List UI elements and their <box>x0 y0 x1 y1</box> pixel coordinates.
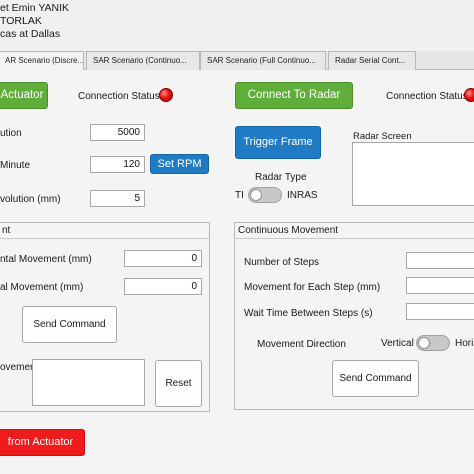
steps-per-revolution-field[interactable] <box>90 124 145 141</box>
radar-type-label: Radar Type <box>255 172 307 183</box>
radar-type-inras-label: INRAS <box>287 190 318 201</box>
movement-direction-label: Movement Direction <box>257 339 346 350</box>
distance-per-revolution-field[interactable] <box>90 190 145 207</box>
connect-radar-button[interactable]: Connect To Radar <box>235 82 353 109</box>
discrete-send-command-button[interactable]: Send Command <box>22 306 117 343</box>
set-rpm-button[interactable]: Set RPM <box>150 154 209 174</box>
number-of-steps-label: Number of Steps <box>244 257 320 268</box>
rev-per-minute-label: Minute <box>0 160 31 171</box>
horizontal-movement-field[interactable] <box>124 250 202 267</box>
discrete-group-divider <box>0 238 210 239</box>
rev-per-minute-field[interactable] <box>90 156 145 173</box>
disconnect-actuator-button[interactable]: from Actuator <box>0 429 85 456</box>
number-of-steps-field[interactable] <box>406 252 474 269</box>
distance-per-revolution-label: volution (mm) <box>0 194 61 205</box>
actuator-status-lamp-icon <box>159 88 173 102</box>
actuator-connection-status-label: Connection Status <box>78 91 160 102</box>
header-line-3: cas at Dallas <box>0 28 61 40</box>
direction-horizontal-label: Horiz <box>455 338 474 349</box>
radar-screen-label: Radar Screen <box>353 131 412 142</box>
movement-direction-toggle[interactable] <box>416 335 450 351</box>
connect-actuator-button[interactable]: Actuator <box>0 82 48 109</box>
continuous-group-divider <box>234 238 474 239</box>
movement-direction-toggle-knob <box>418 337 430 349</box>
radar-type-toggle[interactable] <box>248 187 282 203</box>
header-line-1: et Emin YANIK <box>0 2 70 14</box>
header-line-2: TORLAK <box>0 15 42 27</box>
radar-screen-area <box>352 142 474 206</box>
radar-connection-status-label: Connection Status <box>386 91 468 102</box>
radar-type-ti-label: TI <box>235 190 244 201</box>
movement-log-textarea[interactable] <box>32 359 145 406</box>
trigger-frame-button[interactable]: Trigger Frame <box>235 126 321 159</box>
movement-each-step-field[interactable] <box>406 277 474 294</box>
vertical-movement-label: al Movement (mm) <box>0 282 84 293</box>
radar-type-toggle-knob <box>250 189 262 201</box>
continuous-movement-title: Continuous Movement <box>238 225 339 236</box>
tab-sar-continuous[interactable]: SAR Scenario (Continuo... <box>86 51 200 70</box>
wait-time-field[interactable] <box>406 303 474 320</box>
movement-each-step-label: Movement for Each Step (mm) <box>244 282 381 293</box>
continuous-send-command-button[interactable]: Send Command <box>332 360 419 397</box>
direction-vertical-label: Vertical <box>381 338 414 349</box>
vertical-movement-field[interactable] <box>124 278 202 295</box>
horizontal-movement-label: ntal Movement (mm) <box>0 254 92 265</box>
reset-button[interactable]: Reset <box>155 360 202 407</box>
radar-status-lamp-icon <box>464 88 474 102</box>
tab-bar: AR Scenario (Discre... SAR Scenario (Con… <box>0 51 474 70</box>
wait-time-label: Wait Time Between Steps (s) <box>244 308 373 319</box>
tab-sar-discrete[interactable]: AR Scenario (Discre... <box>0 51 84 70</box>
discrete-movement-title: nt <box>2 225 11 236</box>
steps-per-revolution-label: ution <box>0 128 22 139</box>
tab-radar-serial-control[interactable]: Radar Serial Cont... <box>328 51 416 70</box>
tab-sar-full-continuous[interactable]: SAR Scenario (Full Continuo... <box>200 51 326 70</box>
